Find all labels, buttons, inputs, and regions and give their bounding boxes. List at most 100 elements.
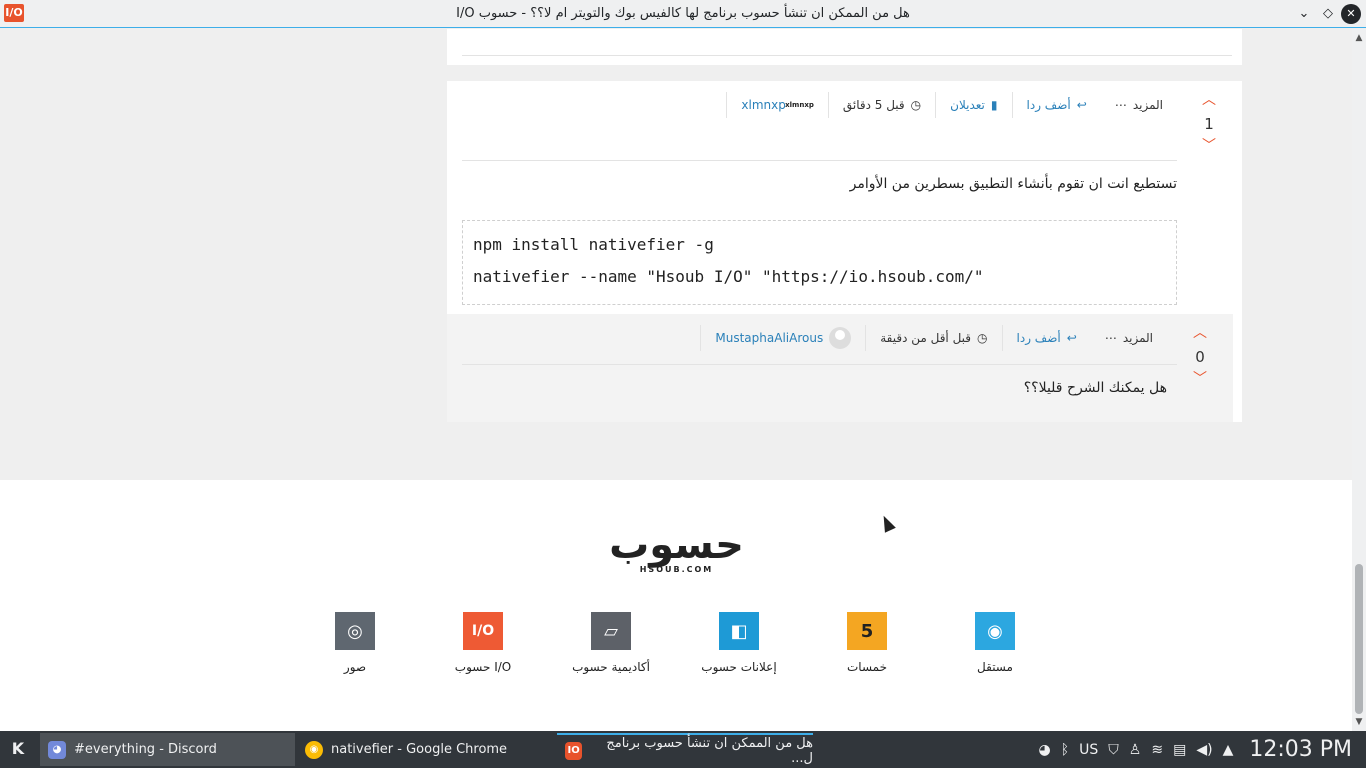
scroll-down-icon[interactable]: ▼ [1354, 717, 1364, 727]
logo-arabic: حسوب [609, 522, 744, 568]
service-label: أكاديمية حسوب [572, 660, 650, 674]
service-link-images[interactable]: ◎ صور [305, 612, 405, 674]
service-link-academy[interactable]: ▱ أكاديمية حسوب [561, 612, 661, 674]
tray-expand-icon[interactable]: ▲ [1223, 742, 1234, 758]
mostaql-icon: ◉ [975, 612, 1015, 650]
shield-icon[interactable]: ⛉ [1108, 742, 1119, 758]
divider [462, 160, 1177, 161]
service-label: حسوب I/O [454, 660, 512, 674]
hsoub-logo[interactable]: حسوب HSOUB.COM [594, 525, 759, 575]
service-link-io[interactable]: I/O حسوب I/O [433, 612, 533, 674]
reply-button[interactable]: ↩ أضف ردا [1001, 325, 1091, 351]
clock-icon: ◷ [910, 98, 922, 112]
volume-icon[interactable]: ◀) [1196, 742, 1212, 758]
chrome-icon: ◉ [305, 740, 323, 759]
code-line: nativefier --name "Hsoub I/O" "https://i… [473, 267, 984, 286]
window-title: هل من الممكن ان تنشأ حسوب برنامج لها كال… [456, 6, 910, 21]
chevron-up-icon[interactable]: ︿ [1194, 93, 1224, 107]
vote-count: 0 [1195, 348, 1205, 366]
discord-icon: ◕ [48, 740, 66, 759]
kde-launcher-icon[interactable]: K [6, 737, 30, 761]
book-icon: ▮ [990, 98, 998, 112]
task-chrome[interactable]: ◉ nativefier - Google Chrome [297, 733, 555, 766]
author[interactable]: MustaphaAliArous [700, 325, 865, 351]
divider [462, 364, 1177, 365]
more-label: المزيد [1122, 331, 1153, 345]
bluetooth-icon[interactable]: ᛒ [1061, 742, 1069, 758]
previous-answer-card [447, 29, 1242, 65]
chevron-up-icon[interactable]: ︿ [1185, 326, 1215, 340]
io-icon: I/O [463, 612, 503, 650]
ellipsis-icon: ⋯ [1114, 98, 1127, 112]
khamsat-icon: 5 [847, 612, 887, 650]
code-line: npm install nativefier -g [473, 235, 714, 254]
previous-answer-fragment [462, 29, 1232, 56]
service-label: مستقل [977, 660, 1013, 674]
reply-icon: ↩ [1066, 331, 1077, 345]
reply-label: أضف ردا [1016, 331, 1061, 345]
reply-label: أضف ردا [1026, 98, 1071, 112]
username-link[interactable]: xlmnxp [741, 98, 785, 112]
page-content: ︿ 1 ﹀ xlmnxp xlmnxp ◷ قبل 5 دقائق ▮ تعدي… [0, 29, 1352, 731]
comment-meta: MustaphaAliArous ◷ قبل أقل من دقيقة ↩ أض… [700, 324, 1167, 352]
username-link[interactable]: MustaphaAliArous [715, 331, 823, 345]
code-block: npm install nativefier -g nativefier --n… [462, 220, 1177, 305]
task-hsoub-io[interactable]: IO هل من الممكن ان تنشأ حسوب برنامج ل... [557, 733, 813, 766]
edits-link[interactable]: ▮ تعديلان [935, 92, 1011, 118]
task-label: #everything - Discord [74, 742, 217, 757]
author[interactable]: xlmnxp xlmnxp [726, 92, 827, 118]
more-button[interactable]: المزيد ⋯ [1101, 92, 1177, 118]
task-discord[interactable]: ◕ #everything - Discord [40, 733, 295, 766]
keyboard-layout[interactable]: US [1079, 742, 1098, 758]
service-label: إعلانات حسوب [701, 660, 777, 674]
scrollbar-thumb[interactable] [1355, 564, 1363, 714]
service-link-ads[interactable]: ◧ إعلانات حسوب [689, 612, 789, 674]
clock-icon: ◷ [977, 331, 988, 345]
academy-icon: ▱ [591, 612, 631, 650]
service-label: صور [343, 660, 367, 674]
comment-text: هل يمكنك الشرح قليلا؟؟ [1023, 380, 1167, 396]
time-text: قبل 5 دقائق [842, 98, 905, 112]
answer-meta: xlmnxp xlmnxp ◷ قبل 5 دقائق ▮ تعديلان ↩ … [726, 91, 1177, 119]
vote-widget: ︿ 1 ﹀ [1194, 93, 1224, 153]
hsoub-io-icon: IO [565, 741, 583, 760]
ads-icon: ◧ [719, 612, 759, 650]
time-text: قبل أقل من دقيقة [880, 331, 972, 345]
chevron-down-icon[interactable]: ﹀ [1194, 139, 1224, 153]
comment-card: ︿ 0 ﹀ MustaphaAliArous ◷ قبل أقل من دقيق… [447, 314, 1242, 422]
images-icon: ◎ [335, 612, 375, 650]
clock[interactable]: 12:03 PM [1249, 737, 1352, 762]
avatar [829, 327, 852, 349]
close-button[interactable]: ✕ [1341, 4, 1361, 24]
reply-button[interactable]: ↩ أضف ردا [1011, 92, 1101, 118]
scroll-up-icon[interactable]: ▲ [1354, 33, 1364, 43]
vertical-scrollbar[interactable]: ▲ ▼ [1352, 29, 1366, 731]
edits-label: تعديلان [950, 98, 985, 112]
timestamp: ◷ قبل 5 دقائق [827, 92, 935, 118]
taskbar: K ◕ #everything - Discord ◉ nativefier -… [0, 731, 1366, 768]
discord-tray-icon[interactable]: ◕ [1039, 742, 1051, 758]
answer-card: ︿ 1 ﹀ xlmnxp xlmnxp ◷ قبل 5 دقائق ▮ تعدي… [447, 81, 1242, 316]
vote-count: 1 [1204, 115, 1214, 133]
ellipsis-icon: ⋯ [1104, 331, 1117, 345]
clipboard-icon[interactable]: ▤ [1173, 742, 1186, 758]
maximize-button[interactable]: ◇ [1318, 4, 1338, 24]
vote-widget: ︿ 0 ﹀ [1185, 326, 1215, 386]
wifi-icon[interactable]: ≋ [1151, 742, 1163, 758]
avatar: xlmnxp [785, 101, 814, 109]
answer-text: تستطيع انت ان تقوم بأنشاء التطبيق بسطرين… [849, 176, 1177, 192]
reply-icon: ↩ [1076, 98, 1087, 112]
minimize-button[interactable]: ⌄ [1294, 4, 1314, 24]
system-tray: ◕ ᛒ US ⛉ ♙ ≋ ▤ ◀) ▲ 12:03 PM [1039, 731, 1352, 768]
more-label: المزيد [1132, 98, 1163, 112]
service-label: خمسات [846, 660, 887, 674]
chevron-down-icon[interactable]: ﹀ [1185, 372, 1215, 386]
task-label: nativefier - Google Chrome [331, 742, 508, 757]
user-icon[interactable]: ♙ [1129, 742, 1142, 758]
site-footer: حسوب HSOUB.COM ◉ مستقل 5 خمسات ◧ إعلانات… [0, 480, 1352, 731]
task-label: هل من الممكن ان تنشأ حسوب برنامج ل... [606, 735, 813, 766]
more-button[interactable]: المزيد ⋯ [1091, 325, 1167, 351]
timestamp: ◷ قبل أقل من دقيقة [865, 325, 1001, 351]
service-link-mostaql[interactable]: ◉ مستقل [945, 612, 1045, 674]
service-link-khamsat[interactable]: 5 خمسات [817, 612, 917, 674]
